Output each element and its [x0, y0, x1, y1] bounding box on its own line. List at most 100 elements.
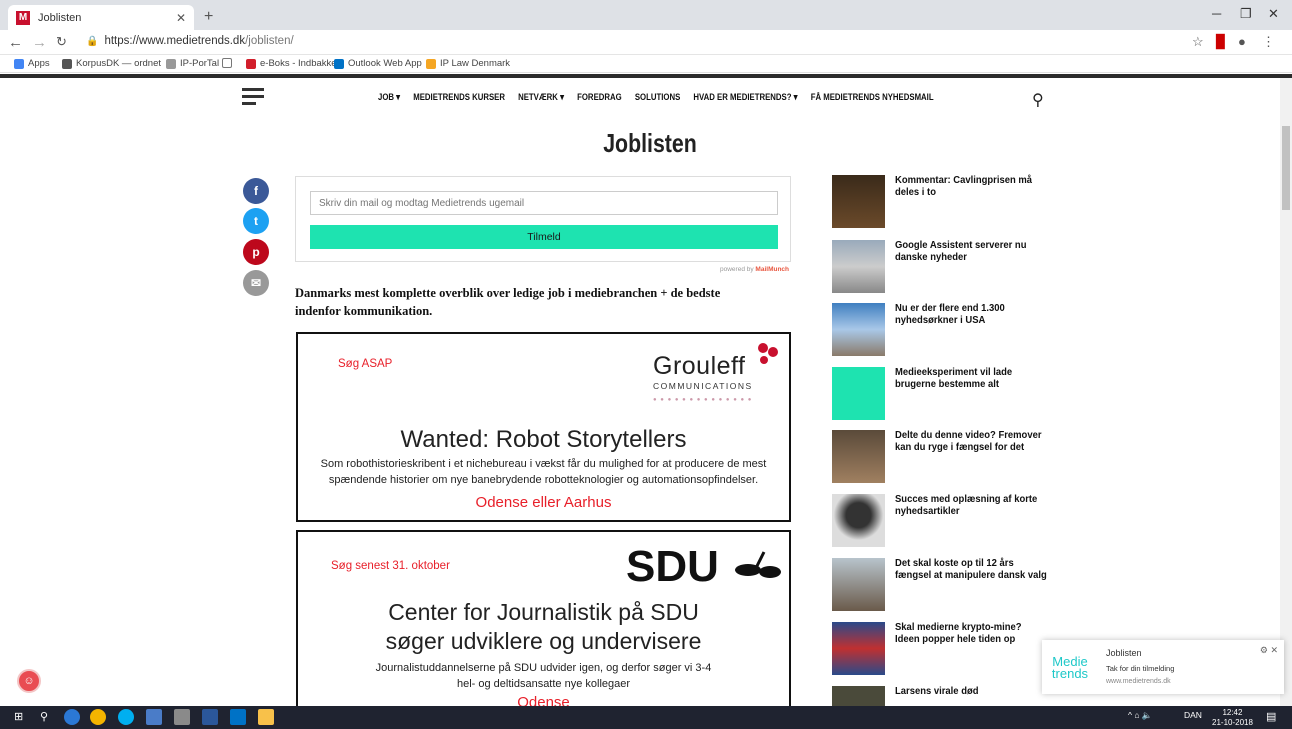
- apps-icon: [14, 58, 24, 69]
- nav-item-kurser[interactable]: MEDIETRENDS KURSER: [413, 92, 505, 103]
- language-indicator[interactable]: DAN: [1184, 710, 1202, 720]
- article-thumbnail: [832, 494, 885, 547]
- email-input[interactable]: [310, 191, 778, 215]
- article-thumbnail: [832, 558, 885, 611]
- word-icon[interactable]: [202, 709, 218, 725]
- article-title: Nu er der flere end 1.300 nyhedsørkner i…: [895, 302, 1005, 326]
- back-icon[interactable]: ←: [8, 34, 23, 51]
- bookmark-ip-portal[interactable]: IP-PorTal: [166, 58, 219, 69]
- windows-taskbar: ⊞ ⚲ ^ ⌂ 🔈 DAN 12:42 21-10-2018 ▤: [0, 706, 1292, 729]
- tab-bar: M Joblisten ✕ + ─ ❐ ✕: [0, 0, 1292, 30]
- sidebar-article[interactable]: Delte du denne video? Fremover kan du ry…: [832, 429, 1052, 486]
- action-center-icon[interactable]: ▤: [1266, 710, 1276, 723]
- email-share-icon[interactable]: ✉: [243, 270, 269, 296]
- korpus-icon: [62, 58, 72, 69]
- powered-by: powered by MailMunch: [720, 266, 790, 273]
- chat-widget-icon[interactable]: ☺: [17, 669, 41, 693]
- sidebar-article[interactable]: Google Assistent serverer nu danske nyhe…: [832, 239, 1052, 296]
- push-notification[interactable]: Medie trends Joblisten Tak for din tilme…: [1042, 640, 1284, 694]
- edge-icon[interactable]: [64, 709, 80, 725]
- bookmark-eboks[interactable]: e-Boks - Indbakke: [246, 58, 337, 69]
- notification-title: Joblisten: [1106, 648, 1142, 658]
- ad-location: Odense eller Aarhus: [475, 494, 612, 511]
- pdf-extension-icon[interactable]: ▉: [1216, 34, 1226, 50]
- article-thumbnail: [832, 686, 885, 706]
- sidebar-article[interactable]: Medieeksperiment vil lade brugerne beste…: [832, 366, 1052, 423]
- article-thumbnail: [832, 622, 885, 675]
- bookmark-blank[interactable]: [222, 58, 232, 68]
- app-icon[interactable]: [174, 709, 190, 725]
- close-tab-icon[interactable]: ✕: [176, 11, 186, 25]
- sidebar-article[interactable]: Larsens virale død: [832, 686, 1052, 706]
- skype-icon[interactable]: [118, 709, 134, 725]
- windows-start-icon[interactable]: ⊞: [14, 710, 23, 723]
- search-icon[interactable]: ⚲: [1032, 90, 1044, 110]
- lock-icon: 🔒: [86, 36, 99, 47]
- forward-icon[interactable]: →: [32, 34, 47, 51]
- sdu-apple-icon: [735, 551, 781, 578]
- subscribe-button[interactable]: Tilmeld: [310, 225, 778, 249]
- newsletter-signup: Tilmeld: [295, 176, 791, 262]
- profile-icon[interactable]: ●: [1238, 34, 1246, 49]
- article-thumbnail: [832, 175, 885, 228]
- star-icon[interactable]: ☆: [1192, 34, 1204, 50]
- article-title: Medieeksperiment vil lade brugerne beste…: [895, 366, 1013, 390]
- ad-tag: Søg ASAP: [338, 358, 393, 370]
- bookmark-apps[interactable]: Apps: [14, 58, 50, 69]
- url-host: https://www.medietrends.dk: [104, 35, 246, 47]
- notification-controls[interactable]: ⚙ ✕: [1260, 645, 1278, 656]
- nav-item-nyhedsmail[interactable]: FÅ MEDIETRENDS NYHEDSMAIL: [811, 92, 934, 103]
- scrollbar-thumb[interactable]: [1282, 126, 1290, 210]
- url-field[interactable]: 🔒 https://www.medietrends.dk/joblisten/: [86, 35, 294, 47]
- clock[interactable]: 12:42 21-10-2018: [1212, 708, 1253, 728]
- article-title: Det skal koste op til 12 års fængsel at …: [895, 557, 1047, 581]
- file-explorer-icon[interactable]: [258, 709, 274, 725]
- page-scrollbar[interactable]: [1280, 78, 1292, 706]
- sidebar-article[interactable]: Succes med oplæsning af korte nyhedsarti…: [832, 493, 1052, 550]
- facebook-share-icon[interactable]: f: [243, 178, 269, 204]
- article-thumbnail: [832, 240, 885, 293]
- bookmark-outlook[interactable]: Outlook Web App: [334, 58, 422, 69]
- reload-icon[interactable]: ↻: [56, 34, 67, 50]
- twitter-share-icon[interactable]: t: [243, 208, 269, 234]
- sidebar-article[interactable]: Nu er der flere end 1.300 nyhedsørkner i…: [832, 302, 1052, 359]
- page-icon: [222, 58, 232, 68]
- medietrends-logo: Medie trends: [1042, 640, 1098, 694]
- outlook-taskbar-icon[interactable]: [230, 709, 246, 725]
- nav-item-foredrag[interactable]: FOREDRAG: [577, 92, 622, 103]
- intro-text: Danmarks mest komplette overblik over le…: [295, 286, 721, 318]
- security-icon[interactable]: [146, 709, 162, 725]
- close-window-icon[interactable]: ✕: [1268, 6, 1279, 22]
- nav-item-netvaerk[interactable]: NETVÆRK ▾: [518, 92, 564, 103]
- article-thumbnail: [832, 367, 885, 420]
- article-thumbnail: [832, 430, 885, 483]
- browser-tab[interactable]: M Joblisten ✕: [8, 5, 194, 30]
- restore-icon[interactable]: ❐: [1240, 6, 1252, 22]
- article-title: Succes med oplæsning af korte nyhedsarti…: [895, 493, 1038, 517]
- bookmark-korpusdk[interactable]: KorpusDK — ordnet: [62, 58, 161, 69]
- tray-icons[interactable]: ^ ⌂ 🔈: [1128, 710, 1152, 721]
- ad-tag: Søg senest 31. oktober: [331, 560, 450, 572]
- nav-item-solutions[interactable]: SOLUTIONS: [635, 92, 680, 103]
- menu-icon[interactable]: ⋮: [1262, 34, 1275, 50]
- hamburger-menu-icon[interactable]: [242, 88, 264, 109]
- search-taskbar-icon[interactable]: ⚲: [40, 710, 48, 723]
- job-ad-sdu[interactable]: Søg senest 31. oktober SDU Center for Jo…: [296, 530, 791, 710]
- article-title: Kommentar: Cavlingprisen må deles i to: [895, 174, 1033, 198]
- sidebar-article[interactable]: Kommentar: Cavlingprisen må deles i to: [832, 174, 1052, 231]
- notification-message: Tak for din tilmelding: [1106, 664, 1175, 673]
- sidebar-article[interactable]: Det skal koste op til 12 års fængsel at …: [832, 557, 1052, 614]
- nav-item-hvad-er[interactable]: HVAD ER MEDIETRENDS? ▾: [693, 92, 797, 103]
- tab-title: Joblisten: [38, 11, 82, 24]
- pinterest-share-icon[interactable]: p: [243, 239, 269, 265]
- bookmark-ip-law[interactable]: IP Law Denmark: [426, 58, 510, 69]
- minimize-icon[interactable]: ─: [1212, 6, 1221, 21]
- article-title: Google Assistent serverer nu danske nyhe…: [895, 239, 1027, 263]
- eboks-icon: [246, 58, 256, 69]
- chrome-icon[interactable]: [90, 709, 106, 725]
- nav-item-job[interactable]: JOB ▾: [378, 92, 400, 103]
- sidebar-article[interactable]: Skal medierne krypto-mine? Ideen popper …: [832, 621, 1052, 678]
- notification-site: www.medietrends.dk: [1106, 678, 1171, 685]
- new-tab-icon[interactable]: +: [204, 8, 213, 26]
- job-ad-grouleff[interactable]: Søg ASAP Grouleff COMMUNICATIONS ● ● ● ●…: [296, 332, 791, 522]
